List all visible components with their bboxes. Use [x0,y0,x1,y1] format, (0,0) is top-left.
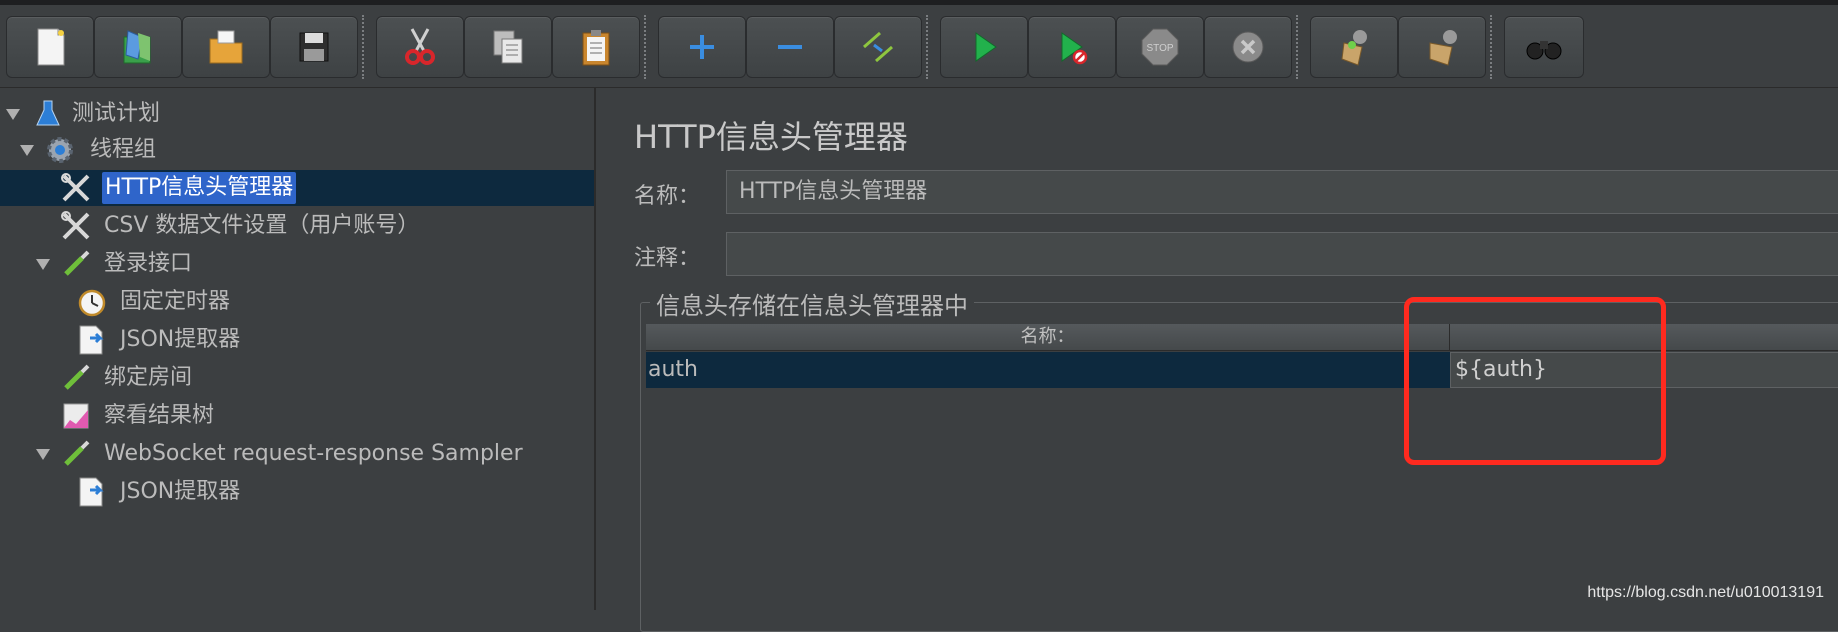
copy-icon [493,30,523,64]
start-button[interactable] [940,16,1028,78]
tree-item-thread-group[interactable]: 线程组 [0,132,594,168]
tree-item-http-header-manager[interactable]: HTTP信息头管理器 [0,170,594,206]
expand-all-button[interactable] [658,16,746,78]
panel-title: HTTP信息头管理器 [634,118,908,156]
templates-icon [123,30,151,64]
tree-item-bind-room[interactable]: 绑定房间 [0,360,594,396]
flask-icon [36,100,60,126]
tree-item-label: 绑定房间 [104,365,193,390]
wrench-icon [61,173,90,202]
save-icon [299,32,329,62]
timer-icon [78,289,106,317]
collapse-minus-icon [778,45,802,49]
gear-icon [47,137,73,163]
tree-item-label: CSV 数据文件设置（用户账号） [104,213,420,238]
toolbar-separator [926,15,928,79]
pipette-icon [64,364,90,390]
templates-button[interactable] [94,16,182,78]
annotation-highlight-box [1404,297,1666,465]
expand-arrow-icon[interactable] [34,255,52,273]
cut-icon [405,28,435,65]
tree-item-label: 察看结果树 [104,403,215,428]
collapse-all-button[interactable] [746,16,834,78]
clear-all-icon [1429,30,1457,66]
watermark: https://blog.csdn.net/u010013191 [1587,584,1824,601]
expand-arrow-icon[interactable] [4,105,22,123]
toolbar-separator [1296,15,1298,79]
search-binoculars-icon [1526,41,1562,60]
new-button[interactable] [6,16,94,78]
toolbar-separator [644,15,646,79]
clear-button[interactable] [1310,16,1398,78]
tree-item-label: 固定定时器 [120,289,231,314]
toggle-icon [863,31,893,63]
extractor-icon [79,325,104,355]
name-field[interactable]: HTTP信息头管理器 [726,170,1838,214]
tree-item-constant-timer[interactable]: 固定定时器 [0,284,594,320]
stop-text: STOP [1146,43,1173,54]
toolbar-separator [1490,15,1492,79]
tree-item-view-results-tree[interactable]: 察看结果树 [0,398,594,434]
copy-button[interactable] [464,16,552,78]
tree-item-csv-data-set[interactable]: CSV 数据文件设置（用户账号） [0,208,594,244]
shutdown-icon [1232,31,1264,63]
column-header-name[interactable]: 名称： [646,324,1450,350]
tree-item-label: JSON提取器 [120,327,241,352]
tree-item-json-extractor[interactable]: JSON提取器 [0,474,594,510]
clear-all-button[interactable] [1398,16,1486,78]
toggle-button[interactable] [834,16,922,78]
expand-arrow-icon[interactable] [18,141,36,159]
start-no-pauses-icon [1061,32,1088,65]
search-button[interactable] [1504,16,1584,78]
comment-field[interactable] [726,232,1838,276]
tree-item-label: JSON提取器 [120,479,241,504]
tree-item-test-plan[interactable]: 测试计划 [0,96,594,132]
tree-item-label: HTTP信息头管理器 [102,172,297,204]
tree-item-login-api[interactable]: 登录接口 [0,246,594,282]
tree-item-label: 线程组 [90,137,157,162]
tree-item-label: 登录接口 [104,251,193,276]
cut-button[interactable] [376,16,464,78]
toolbar-separator [362,15,364,79]
header-name-cell[interactable]: auth [646,352,1450,388]
start-no-pauses-button[interactable] [1028,16,1116,78]
extractor-icon [79,477,104,507]
paste-button[interactable] [552,16,640,78]
expand-arrow-icon[interactable] [34,445,52,463]
open-button[interactable] [182,16,270,78]
open-folder-icon [209,30,243,64]
headers-group-title: 信息头存储在信息头管理器中 [650,286,974,321]
tree-item-websocket-sampler[interactable]: WebSocket request-response Sampler [0,436,594,472]
comment-label: 注释： [634,246,701,271]
name-label: 名称： [634,184,701,209]
clear-icon [1341,30,1367,66]
toolbar: STOP [0,5,1838,88]
stop-icon: STOP [1141,28,1179,66]
new-file-icon [37,28,65,66]
stop-button[interactable]: STOP [1116,16,1204,78]
save-button[interactable] [270,16,358,78]
tree-item-label: 测试计划 [72,101,161,126]
pipette-icon [64,250,90,276]
shutdown-button[interactable] [1204,16,1292,78]
wrench-icon [61,211,90,240]
pipette-icon [64,440,90,466]
tree-item-json-extractor[interactable]: JSON提取器 [0,322,594,358]
start-icon [975,32,997,62]
test-plan-tree: 测试计划 线程组 HTTP信息头管理器 CSV 数据文件设置（用户账号） 登录接… [0,88,596,610]
expand-plus-icon [690,35,714,59]
paste-icon [582,30,610,66]
tree-item-label: WebSocket request-response Sampler [104,441,523,466]
graph-icon [63,403,89,429]
